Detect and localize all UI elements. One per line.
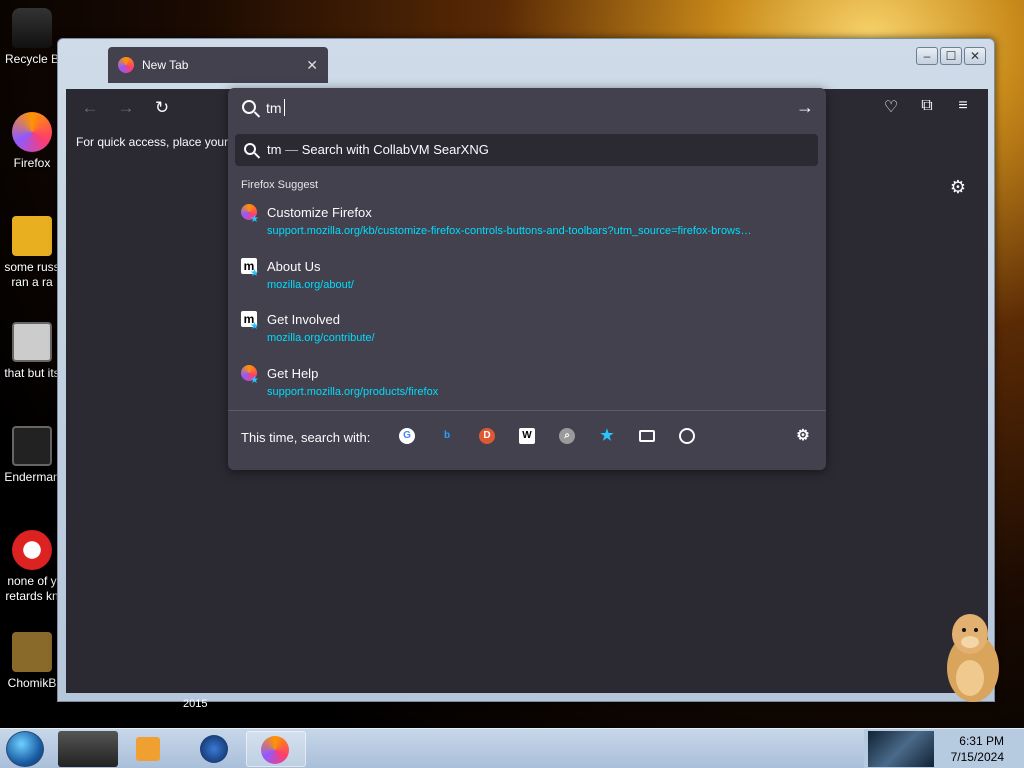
suggestion-action: Search with CollabVM SearXNG <box>301 142 489 157</box>
bing-icon[interactable]: b <box>439 428 455 444</box>
desktop-icon-firefox[interactable]: Firefox <box>0 112 64 171</box>
bookmarks-toolbar-message: For quick access, place your b <box>76 135 239 149</box>
program-icon <box>12 426 52 466</box>
url-input[interactable]: tm → <box>228 88 826 128</box>
result-row[interactable]: m ★ Get Involved mozilla.org/contribute/ <box>228 305 826 355</box>
bookmark-star-icon: ★ <box>250 268 259 279</box>
desktop-icon-recycle-bin[interactable]: Recycle B <box>0 8 64 67</box>
pocket-icon[interactable]: ♡ <box>880 97 902 117</box>
hamster-image <box>947 614 999 702</box>
duckduckgo-icon[interactable]: D <box>479 428 495 444</box>
start-button[interactable] <box>6 731 44 767</box>
taskbar: 6:31 PM 7/15/2024 <box>0 728 1024 768</box>
maximize-button[interactable]: ☐ <box>940 47 962 65</box>
result-url: mozilla.org/contribute/ <box>267 332 375 344</box>
google-icon[interactable]: G <box>399 428 415 444</box>
result-row[interactable]: ★ Customize Firefox support.mozilla.org/… <box>228 198 826 248</box>
one-off-search-bar: This time, search with: G b D W ⌕ ★ ⚙ <box>228 418 826 454</box>
searxng-icon[interactable]: ⌕ <box>559 428 575 444</box>
close-window-button[interactable]: ✕ <box>964 47 986 65</box>
desktop-icon-label: Enderman <box>4 470 60 484</box>
desktop-icon-label: Firefox <box>13 156 51 170</box>
text-caret <box>284 99 285 116</box>
result-url: support.mozilla.org/products/firefox <box>267 386 439 398</box>
file-stack-icon <box>12 322 52 362</box>
menu-icon[interactable]: ≡ <box>952 97 974 115</box>
result-title: About Us <box>267 259 321 274</box>
system-tray: 6:31 PM 7/15/2024 <box>864 729 1024 768</box>
desktop-icon-chomik[interactable]: ChomikB <box>0 632 64 691</box>
bookmarks-star-icon[interactable]: ★ <box>599 428 615 444</box>
minimize-button[interactable]: – <box>916 47 938 65</box>
desktop-icon-file-2[interactable]: that but its <box>0 322 64 381</box>
bookmark-star-icon: ★ <box>250 321 259 332</box>
desktop-icon-label: that but its <box>4 366 60 380</box>
hamster-image-icon <box>12 632 52 672</box>
desktop-icon-file-3[interactable]: none of y retards kn <box>0 530 64 604</box>
image-file-icon <box>12 216 52 256</box>
desktop-icon-label: Recycle B <box>4 52 60 66</box>
suggestion-query: tm <box>267 142 282 157</box>
tab-new-tab[interactable]: New Tab ✕ <box>108 47 328 83</box>
tray-image <box>868 731 934 767</box>
clock[interactable]: 6:31 PM 7/15/2024 <box>951 733 1004 765</box>
bookmark-star-icon: ★ <box>250 214 259 225</box>
firefox-icon <box>12 112 52 152</box>
tab-close-button[interactable]: ✕ <box>306 57 318 74</box>
tabs-icon[interactable] <box>639 430 655 442</box>
red-swirl-icon <box>12 530 52 570</box>
result-row[interactable]: ★ Get Help support.mozilla.org/products/… <box>228 359 826 409</box>
desktop-text: 2015 <box>183 698 208 710</box>
back-button[interactable]: ← <box>78 97 102 119</box>
extensions-icon[interactable]: ⧉ <box>916 97 938 115</box>
one-off-label: This time, search with: <box>241 430 371 445</box>
clock-time: 6:31 PM <box>959 734 1004 748</box>
divider <box>228 410 826 411</box>
desktop-icon-label: ChomikB <box>7 676 57 690</box>
search-icon <box>244 143 256 155</box>
taskbar-app-media-player[interactable] <box>122 731 182 767</box>
taskbar-app-firefox[interactable] <box>246 731 306 767</box>
taskbar-app-browser[interactable] <box>184 731 244 767</box>
url-input-text[interactable]: tm <box>266 100 282 116</box>
firefox-icon <box>261 736 289 764</box>
desktop-icon-label: some russ ran a ra <box>4 260 60 289</box>
firefox-icon <box>118 57 134 73</box>
desktop-icon-label: none of y retards kn <box>5 574 59 603</box>
recycle-bin-icon <box>12 8 52 48</box>
search-suggestion-row[interactable]: tm — Search with CollabVM SearXNG <box>235 134 818 166</box>
search-settings-gear-icon[interactable]: ⚙ <box>795 428 811 444</box>
wikipedia-icon[interactable]: W <box>519 428 535 444</box>
newtab-settings-gear-icon[interactable]: ⚙ <box>950 177 966 198</box>
history-clock-icon[interactable] <box>679 428 695 444</box>
desktop-icon-enderman[interactable]: Enderman <box>0 426 64 485</box>
search-icon <box>242 100 256 114</box>
result-title: Get Help <box>267 366 319 381</box>
media-player-icon <box>136 737 160 761</box>
desktop-icon-file-1[interactable]: some russ ran a ra <box>0 216 64 290</box>
go-arrow-icon[interactable]: → <box>796 97 814 118</box>
clock-date: 7/15/2024 <box>950 750 1004 764</box>
taskbar-app-terminal[interactable] <box>58 731 118 767</box>
suggestion-dash: — <box>285 142 299 157</box>
result-url: mozilla.org/about/ <box>267 279 354 291</box>
urlbar-popup: tm → tm — Search with CollabVM SearXNG F… <box>228 88 826 470</box>
bookmark-star-icon: ★ <box>250 375 259 386</box>
result-title: Get Involved <box>267 312 340 327</box>
result-title: Customize Firefox <box>267 205 372 220</box>
suggestion-text: tm — Search with CollabVM SearXNG <box>267 142 489 157</box>
reload-button[interactable]: ↻ <box>150 97 174 119</box>
result-url: support.mozilla.org/kb/customize-firefox… <box>267 225 752 237</box>
globe-icon <box>200 735 228 763</box>
tab-title: New Tab <box>142 58 189 72</box>
forward-button[interactable]: → <box>114 97 138 119</box>
result-row[interactable]: m ★ About Us mozilla.org/about/ <box>228 252 826 302</box>
firefox-suggest-heading: Firefox Suggest <box>241 179 319 191</box>
window-controls: – ☐ ✕ <box>916 47 986 65</box>
